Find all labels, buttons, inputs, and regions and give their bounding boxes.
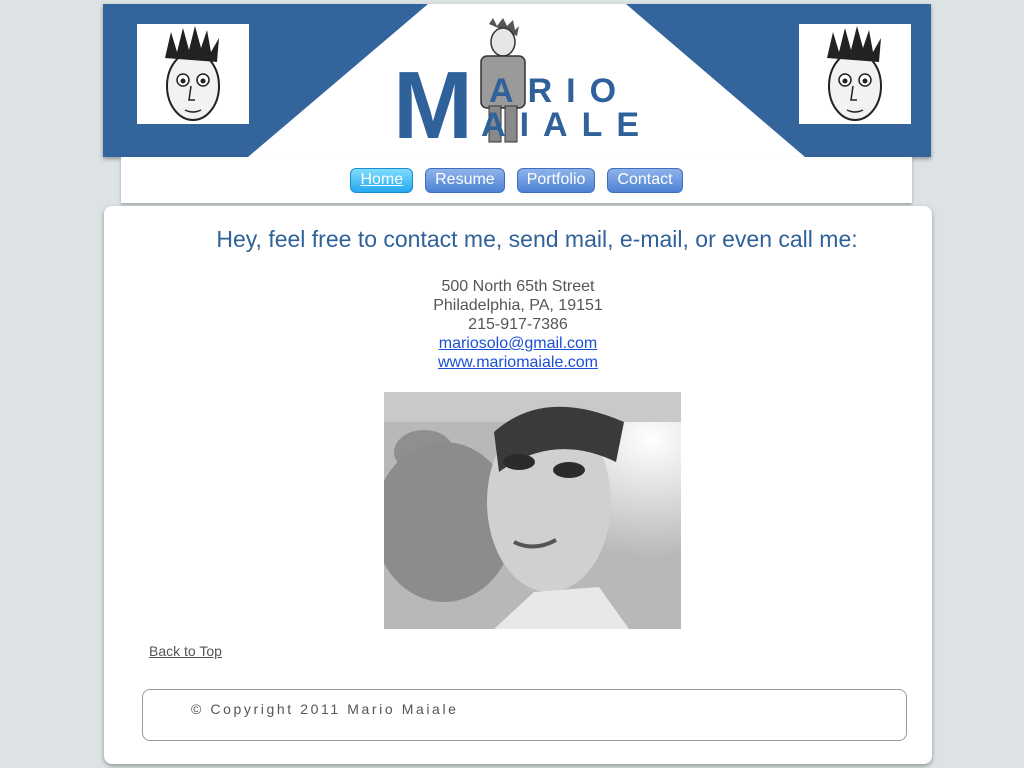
email-link[interactable]: mariosolo@gmail.com <box>439 335 598 352</box>
street-address: 500 North 65th Street <box>441 278 595 295</box>
content-card: Hey, feel free to contact me, send mail,… <box>104 206 932 764</box>
m-logo-face-icon <box>137 24 249 124</box>
nav-portfolio-button[interactable]: Portfolio <box>516 168 596 193</box>
logo-big-m: M <box>393 52 473 157</box>
logo-name-second-rest: IALE <box>519 106 654 144</box>
nav-resume-button[interactable]: Resume <box>425 168 505 193</box>
logo-name-first-rest: RIO <box>527 72 631 110</box>
nav-bar: Home Resume Portfolio Contact <box>121 157 912 203</box>
copyright-text: © Copyright 2011 Mario Maiale <box>191 701 459 717</box>
nav-home-button[interactable]: Home <box>350 168 414 193</box>
page-headline: Hey, feel free to contact me, send mail,… <box>216 226 858 252</box>
logo-letter-a: A <box>489 72 528 110</box>
header-banner: M ARIO AIALE <box>103 4 931 157</box>
profile-photo <box>384 392 681 629</box>
logo-letter-a: A <box>481 106 520 144</box>
contact-info: 500 North 65th Street Philadelphia, PA, … <box>104 277 932 372</box>
site-title-logo: M ARIO AIALE <box>393 14 673 154</box>
phone-number: 215-917-7386 <box>468 316 568 333</box>
city-state-zip: Philadelphia, PA, 19151 <box>433 297 603 314</box>
back-to-top-link[interactable]: Back to Top <box>149 643 222 659</box>
main-nav: Home Resume Portfolio Contact <box>121 168 912 193</box>
nav-contact-button[interactable]: Contact <box>607 168 683 193</box>
footer: © Copyright 2011 Mario Maiale <box>142 689 907 741</box>
logo-name-second: AIALE <box>481 106 653 145</box>
website-link[interactable]: www.mariomaiale.com <box>438 354 598 371</box>
m-logo-face-icon <box>799 24 911 124</box>
